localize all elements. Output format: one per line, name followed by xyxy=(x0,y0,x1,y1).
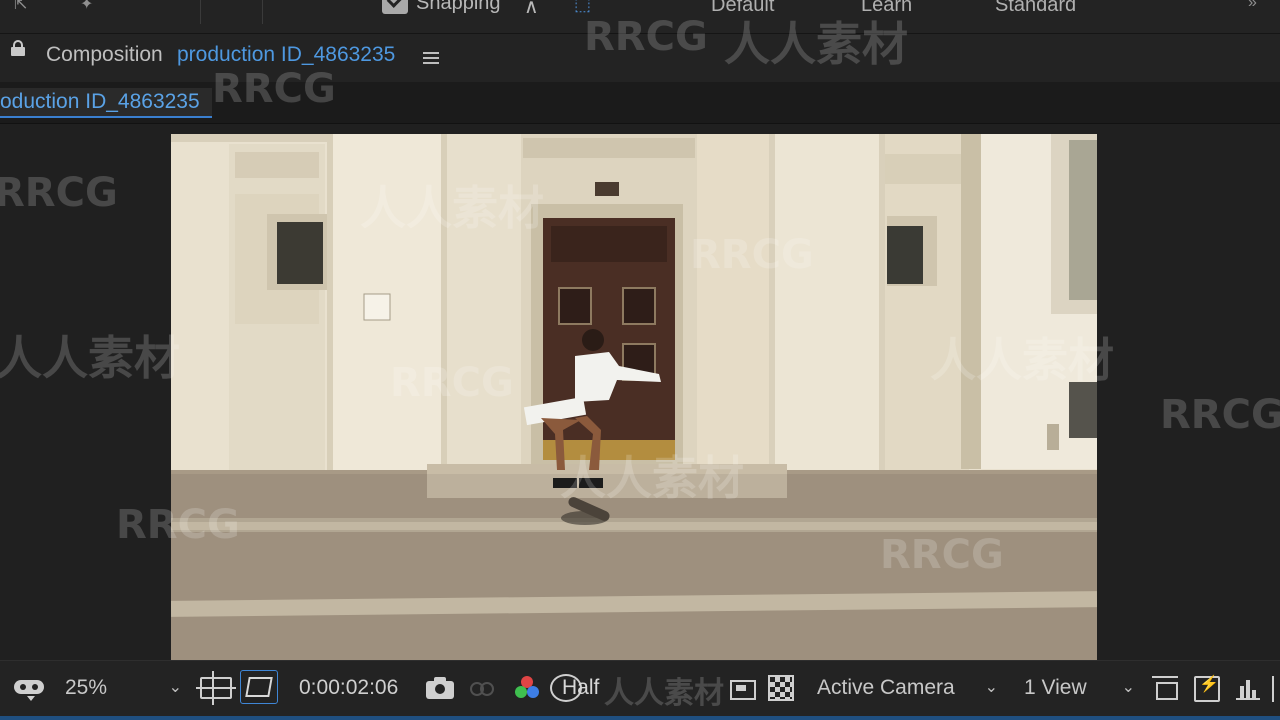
watermark: RRCG xyxy=(1160,392,1280,438)
panel-edge-icon[interactable] xyxy=(1272,672,1280,704)
composition-tab-bar: oduction ID_4863235 xyxy=(0,82,1280,124)
video-frame-image xyxy=(171,134,1097,660)
graph-icon[interactable] xyxy=(1234,672,1264,704)
lock-icon[interactable] xyxy=(10,40,26,56)
watermark: 人人素材 xyxy=(0,331,180,385)
snap-features-icon[interactable]: ⬚ xyxy=(574,0,591,15)
composition-name[interactable]: production ID_4863235 xyxy=(177,43,395,67)
active-camera-dropdown[interactable]: Active Camera ⌄ xyxy=(808,672,1004,704)
resolution-dropdown[interactable]: Half xyxy=(550,672,670,704)
panel-menu-icon[interactable] xyxy=(423,52,439,64)
snap-edges-icon[interactable]: ∧ xyxy=(524,0,539,19)
rgb-channel-icon[interactable] xyxy=(512,672,542,704)
view-layout-dropdown[interactable]: 1 View ⌄ xyxy=(1015,672,1141,704)
mask-visibility-icon[interactable] xyxy=(12,672,46,704)
workspace-tab-standard[interactable]: Standard xyxy=(995,0,1076,17)
panel-title-label: Composition xyxy=(46,43,163,66)
flowchart-icon[interactable] xyxy=(1192,672,1222,704)
selection-tool-icon[interactable]: ⇱ xyxy=(14,0,58,16)
workspace-overflow-icon[interactable]: » xyxy=(1248,0,1278,16)
workspace-tab-default[interactable]: Default xyxy=(711,0,774,17)
chevron-down-icon: ⌄ xyxy=(168,679,182,696)
view-layout-value: 1 View xyxy=(1024,676,1087,699)
toolbar-divider xyxy=(200,0,201,24)
watermark: RRCG xyxy=(0,170,118,216)
active-camera-value: Active Camera xyxy=(817,676,955,699)
view-layout-icon[interactable] xyxy=(1150,672,1182,704)
watermark: RRCG xyxy=(980,124,1104,128)
region-of-interest-icon[interactable] xyxy=(196,671,236,705)
workspace-tab-learn[interactable]: Learn xyxy=(861,0,912,17)
chevron-down-icon: ⌄ xyxy=(1121,679,1135,696)
magnification-dropdown[interactable]: 25% ⌄ xyxy=(56,672,188,704)
video-frame xyxy=(171,134,1097,660)
top-toolbar: ⇱ ✦ Snapping ∧ ⬚ Default Learn Standard … xyxy=(0,0,1280,34)
tab-composition[interactable]: oduction ID_4863235 xyxy=(0,88,212,118)
transparency-grid-toggle-icon[interactable] xyxy=(240,670,278,704)
panel-focus-indicator xyxy=(0,716,1280,720)
resolution-value: Half xyxy=(562,676,600,699)
checkerboard-icon[interactable] xyxy=(768,675,794,701)
composition-viewer[interactable]: RRCG 人人素材 RRCG RRCG 人人素材 RRCG 人人素材 RRCG … xyxy=(0,124,1280,660)
hand-tool-icon[interactable]: ✦ xyxy=(80,0,124,16)
current-time-display[interactable]: 0:00:02:06 xyxy=(299,672,398,704)
viewer-controls-bar: 25% ⌄ 0:00:02:06 Half Active Camera ⌄ 1 … xyxy=(0,660,1280,720)
composition-panel-header: Composition production ID_4863235 xyxy=(0,34,1280,82)
toolbar-divider xyxy=(262,0,263,24)
magnification-value: 25% xyxy=(65,676,108,699)
chevron-down-icon: ⌄ xyxy=(984,679,998,696)
camera-snapshot-icon[interactable] xyxy=(424,672,456,704)
fast-previews-icon[interactable] xyxy=(728,672,756,704)
show-snapshot-icon[interactable] xyxy=(468,672,500,704)
snapping-checkbox[interactable] xyxy=(382,0,408,14)
snapping-label: Snapping xyxy=(416,0,501,14)
